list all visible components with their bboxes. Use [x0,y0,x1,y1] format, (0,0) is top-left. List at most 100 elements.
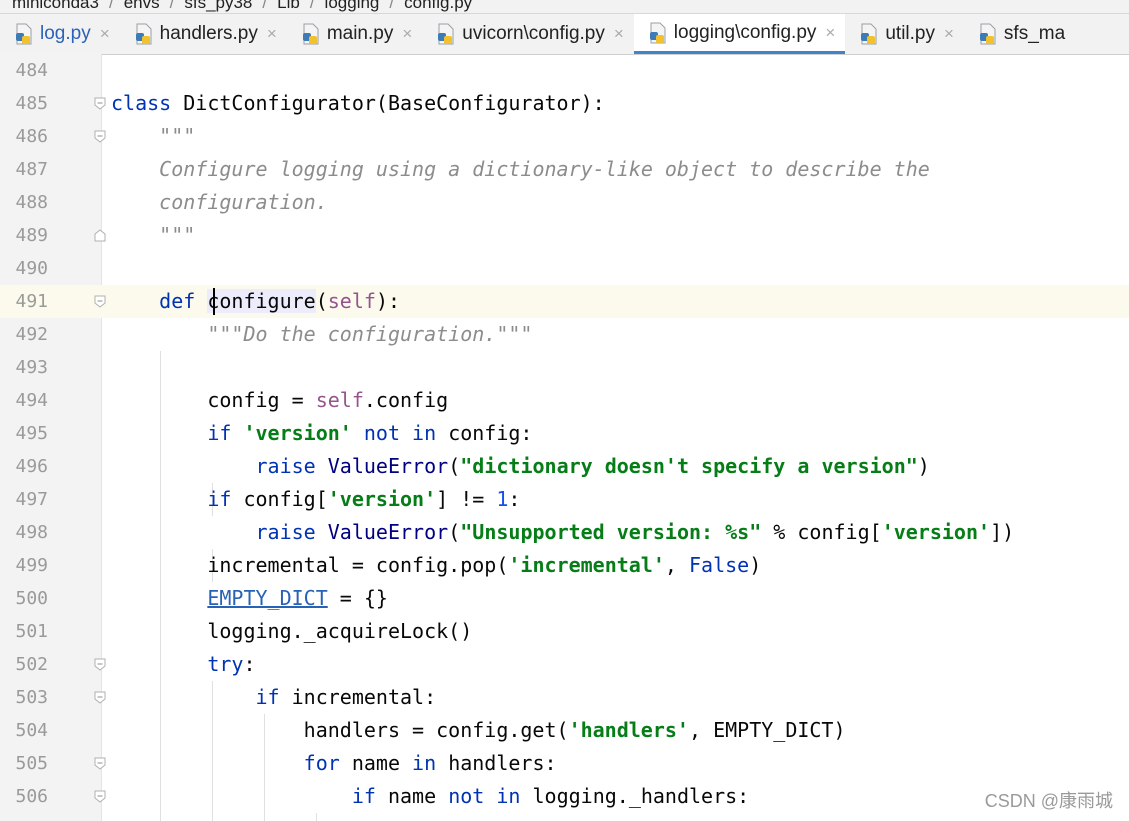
code-line[interactable]: 484 [0,54,1129,87]
code-line[interactable]: 500 EMPTY_DICT = {} [0,582,1129,615]
fold-open-icon[interactable] [94,130,106,143]
tab-label: uvicorn\config.py [462,23,605,44]
keyword: if [255,685,280,709]
docstring: """ [111,219,195,252]
docstring-text: """ [159,124,196,148]
breadcrumb-item[interactable]: config.py [404,0,472,13]
code-token: name [387,784,437,808]
code-text: raise ValueError("Unsupported version: %… [111,516,1015,549]
constant-link[interactable]: EMPTY_DICT [207,586,327,610]
code-line[interactable]: 488 configuration. [0,186,1129,219]
code-token: ]) [990,520,1015,544]
code-line[interactable]: 486 """ [0,120,1129,153]
fold-end-icon[interactable] [94,229,106,242]
breadcrumb-item[interactable]: sfs_py38 [184,0,252,13]
breadcrumb-item[interactable]: envs [124,0,160,13]
tab-handlers-py[interactable]: handlers.py × [120,14,287,54]
code-text: try: [111,648,255,681]
code-line[interactable]: 497 if config['version'] != 1: [0,483,1129,516]
code-line[interactable]: 493 [0,351,1129,384]
line-number: 486 [15,126,48,147]
line-number: 506 [15,786,48,807]
fold-open-icon[interactable] [94,658,106,671]
code-line[interactable]: 495 if 'version' not in config: [0,417,1129,450]
current-code-line[interactable]: 491 def configure(self): [0,285,1129,318]
line-number: 488 [15,192,48,213]
watermark: CSDN @康雨城 [984,791,1113,811]
code-line[interactable]: 490 [0,252,1129,285]
tab-uvicorn-config-py[interactable]: uvicorn\config.py × [422,14,634,54]
code-line[interactable]: 506 if name not in logging._handlers: [0,780,1129,813]
close-icon[interactable]: × [267,24,277,44]
code-line[interactable]: 503 if incremental: [0,681,1129,714]
python-file-icon [861,23,877,45]
fold-open-icon[interactable] [94,295,106,308]
close-icon[interactable]: × [100,24,110,44]
string-literal: 'handlers' [568,718,689,742]
code-token: ) [749,553,762,577]
keyword: if [207,421,232,445]
breadcrumb-item[interactable]: miniconda3 [12,0,99,13]
tab-label: logging\config.py [673,21,817,43]
class-name: ValueError [327,454,449,478]
code-token: , EMPTY_DICT) [688,718,846,742]
tab-label: util.py [885,23,935,44]
code-token: = {} [327,586,388,610]
line-number: 487 [15,159,48,180]
close-icon[interactable]: × [614,24,624,44]
self-param: self [327,289,376,313]
tab-sfs-ma[interactable]: sfs_ma [964,14,1075,54]
close-icon[interactable]: × [944,24,954,44]
code-editor[interactable]: 484 485 class DictConfigurator(BaseConfi… [0,54,1129,821]
breadcrumb-separator: / [389,0,395,12]
text-caret [213,288,215,315]
tab-log-py[interactable]: log.py × [0,14,120,54]
code-line[interactable]: 499 incremental = config.pop('incrementa… [0,549,1129,582]
breadcrumb-separator: / [108,0,114,12]
code-token: ) [917,454,930,478]
fold-open-icon[interactable] [94,691,106,704]
line-number: 489 [15,225,48,246]
tab-label: sfs_ma [1003,23,1066,44]
python-file-icon [302,23,319,45]
breadcrumb-item[interactable]: Lib [277,0,300,13]
python-file-icon [16,23,32,45]
code-token: logging._acquireLock() [207,619,473,643]
code-line[interactable]: 505 for name in handlers: [0,747,1129,780]
breadcrumb-item[interactable]: logging [325,0,380,13]
fold-open-icon[interactable] [94,790,106,803]
close-icon[interactable]: × [825,23,835,43]
tab-util-py[interactable]: util.py × [845,14,964,54]
indent-guide [316,813,317,821]
code-text: if 'version' not in config: [111,417,532,450]
editor-tab-bar: log.py × handlers.py × main.py × uvicorn… [0,14,1129,55]
code-line[interactable]: 502 try: [0,648,1129,681]
line-number: 503 [15,687,48,708]
keyword: raise [255,520,316,544]
code-line[interactable]: 498 raise ValueError("Unsupported versio… [0,516,1129,549]
string-literal: "Unsupported version: %s" [460,520,762,544]
code-line[interactable]: 504 handlers = config.get('handlers', EM… [0,714,1129,747]
code-line[interactable]: 496 raise ValueError("dictionary doesn't… [0,450,1129,483]
tab-logging-config-py[interactable]: logging\config.py × [633,14,846,54]
code-line[interactable]: 487 Configure logging using a dictionary… [0,153,1129,186]
line-number: 505 [15,753,48,774]
tab-main-py[interactable]: main.py × [287,14,422,54]
close-icon[interactable]: × [402,24,412,44]
code-token: handlers: [448,751,557,775]
code-token: config[ [243,487,328,511]
line-number: 484 [15,60,48,81]
code-token: ): [375,289,401,313]
code-token: config = [207,388,316,412]
fold-open-icon[interactable] [94,757,106,770]
keyword: raise [255,454,316,478]
code-text: handlers = config.get('handlers', EMPTY_… [111,714,846,747]
code-line[interactable]: 492 """Do the configuration.""" [0,318,1129,351]
code-line[interactable]: 489 """ [0,219,1129,252]
code-line[interactable]: 501 logging._acquireLock() [0,615,1129,648]
fold-open-icon[interactable] [94,97,106,110]
line-number: 490 [15,258,48,279]
code-line[interactable]: 494 config = self.config [0,384,1129,417]
code-token: handlers = config.get( [303,718,569,742]
code-line[interactable]: 485 class DictConfigurator(BaseConfigura… [0,87,1129,120]
